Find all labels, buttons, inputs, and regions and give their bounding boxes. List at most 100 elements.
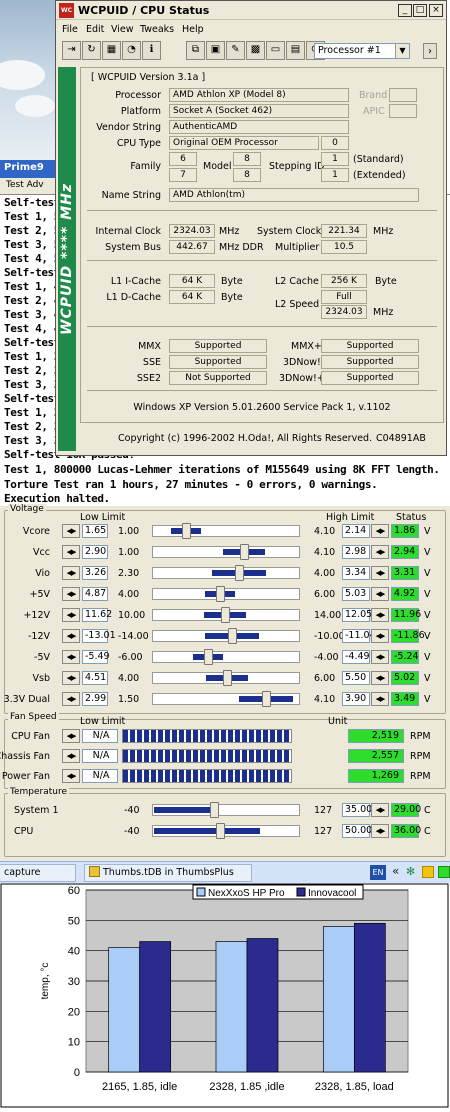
low-limit-input[interactable]: 4.87 xyxy=(82,587,108,601)
tray-monitor-icon[interactable] xyxy=(438,866,450,878)
high-limit-input[interactable]: 50.00 xyxy=(342,824,372,838)
l1i-label: L1 I-Cache xyxy=(110,276,161,287)
spin-icon[interactable]: ◀▶ xyxy=(371,692,389,706)
temp-slider-thumb[interactable] xyxy=(210,802,219,818)
voltage-slider-thumb[interactable] xyxy=(228,628,237,644)
high-limit-input[interactable]: 2.14 xyxy=(342,524,370,538)
minimize-button[interactable]: _ xyxy=(398,4,412,17)
high-limit-input[interactable]: 3.34 xyxy=(342,566,370,580)
wcpuid-window: WC WCPUID / CPU Status _ □ × File Edit V… xyxy=(55,0,447,456)
low-limit-input[interactable]: 4.51 xyxy=(82,671,108,685)
low-limit-input[interactable]: -5.49 xyxy=(82,650,110,664)
byte-unit: Byte xyxy=(221,276,243,287)
high-limit-input[interactable]: 3.90 xyxy=(342,692,370,706)
menu-tweaks[interactable]: Tweaks xyxy=(140,24,174,35)
menu-view[interactable]: View xyxy=(111,24,134,35)
processor-select[interactable]: Processor #1 ▼ xyxy=(314,43,410,59)
spin-icon[interactable]: ◀▶ xyxy=(62,729,80,743)
wcpuid-titlebar[interactable]: WC WCPUID / CPU Status _ □ × xyxy=(56,1,446,20)
voltage-slider-thumb[interactable] xyxy=(235,565,244,581)
save-icon[interactable]: ▣ xyxy=(206,41,225,60)
low-limit-input[interactable]: 2.99 xyxy=(82,692,108,706)
spin-icon[interactable]: ◀▶ xyxy=(62,769,80,783)
language-indicator[interactable]: EN xyxy=(370,865,386,880)
low-limit-input[interactable]: 1.65 xyxy=(82,524,108,538)
voltage-slider-thumb[interactable] xyxy=(204,649,213,665)
low-limit-input[interactable]: -13.01 xyxy=(82,629,116,643)
temp-slider-thumb[interactable] xyxy=(216,823,225,839)
high-limit-input[interactable]: -4.49 xyxy=(342,650,370,664)
status-value: 5.02 xyxy=(391,671,419,685)
spin-icon[interactable]: ◀▶ xyxy=(371,824,389,838)
spin-icon[interactable]: ◀▶ xyxy=(371,587,389,601)
spin-down-icon[interactable]: ◀▶ xyxy=(62,650,80,664)
voltage-slider-thumb[interactable] xyxy=(262,691,271,707)
low-limit-input[interactable]: 3.26 xyxy=(82,566,108,580)
taskbar-item-thumbsplus[interactable]: Thumbs.tDB in ThumbsPlus xyxy=(84,864,252,882)
exit-icon[interactable]: ⇥ xyxy=(62,41,81,60)
temp-name: CPU xyxy=(14,826,34,837)
low-limit-input[interactable]: 11.62 xyxy=(82,608,112,622)
prime-window-title[interactable]: Prime9 xyxy=(0,160,58,178)
fan-low-limit-input[interactable]: N/A xyxy=(82,769,118,783)
monitor-icon[interactable]: ▭ xyxy=(266,41,285,60)
chevron-right-icon[interactable]: › xyxy=(423,43,437,59)
spin-down-icon[interactable]: ◀▶ xyxy=(62,692,80,706)
spin-icon[interactable]: ◀▶ xyxy=(371,566,389,580)
spin-icon[interactable]: ◀▶ xyxy=(371,608,389,622)
spin-icon[interactable]: ◀▶ xyxy=(371,545,389,559)
spin-icon[interactable]: ◀▶ xyxy=(371,803,389,817)
maximize-button[interactable]: □ xyxy=(413,4,427,17)
voltage-slider-thumb[interactable] xyxy=(216,586,225,602)
model-label: Model xyxy=(203,161,232,172)
spin-icon[interactable]: ◀▶ xyxy=(371,671,389,685)
high-limit-input[interactable]: 5.03 xyxy=(342,587,370,601)
spin-down-icon[interactable]: ◀▶ xyxy=(62,608,80,622)
spin-icon[interactable]: ◀▶ xyxy=(62,749,80,763)
voltage-slider-thumb[interactable] xyxy=(182,523,191,539)
refresh-icon[interactable]: ↻ xyxy=(82,41,101,60)
high-limit-input[interactable]: 5.50 xyxy=(342,671,370,685)
voltage-slider-thumb[interactable] xyxy=(223,670,232,686)
high-limit-input[interactable]: -11.04 xyxy=(342,629,376,643)
bar-innovacool-0 xyxy=(139,941,172,1073)
copy-icon[interactable]: ⧉ xyxy=(186,41,205,60)
frequency-icon[interactable]: ◔ xyxy=(122,41,141,60)
spin-down-icon[interactable]: ◀▶ xyxy=(62,629,80,643)
cache-icon[interactable]: ▦ xyxy=(102,41,121,60)
prime-menu[interactable]: Test Adv xyxy=(0,178,58,194)
tray-expand-icon[interactable]: « xyxy=(392,864,399,878)
spin-down-icon[interactable]: ◀▶ xyxy=(62,545,80,559)
taskbar-item-capture[interactable]: capture xyxy=(0,864,76,882)
divider xyxy=(87,210,437,211)
menu-help[interactable]: Help xyxy=(182,24,204,35)
menu-edit[interactable]: Edit xyxy=(86,24,104,35)
high-limit-input[interactable]: 12.05 xyxy=(342,608,372,622)
status-value: 2.94 xyxy=(391,545,419,559)
divider xyxy=(87,390,437,391)
menu-file[interactable]: File xyxy=(62,24,78,35)
prime-title-text: Prime9 xyxy=(4,162,44,173)
chevron-down-icon[interactable]: ▼ xyxy=(395,44,409,58)
spin-icon[interactable]: ◀▶ xyxy=(371,524,389,538)
high-limit-input[interactable]: 2.98 xyxy=(342,545,370,559)
tool-icon[interactable]: ✎ xyxy=(226,41,245,60)
voltage-slider-thumb[interactable] xyxy=(221,607,230,623)
sensor-icon[interactable]: ▤ xyxy=(286,41,305,60)
spin-down-icon[interactable]: ◀▶ xyxy=(62,566,80,580)
tray-app-icon[interactable] xyxy=(422,866,434,878)
spin-icon[interactable]: ◀▶ xyxy=(371,629,389,643)
spin-down-icon[interactable]: ◀▶ xyxy=(62,524,80,538)
low-limit-input[interactable]: 2.90 xyxy=(82,545,108,559)
fan-low-limit-input[interactable]: N/A xyxy=(82,749,118,763)
network-icon[interactable]: ✻ xyxy=(406,866,418,878)
chip-icon[interactable]: ▩ xyxy=(246,41,265,60)
close-button[interactable]: × xyxy=(429,4,443,17)
spin-icon[interactable]: ◀▶ xyxy=(371,650,389,664)
info-icon[interactable]: ℹ xyxy=(142,41,161,60)
fan-low-limit-input[interactable]: N/A xyxy=(82,729,118,743)
spin-down-icon[interactable]: ◀▶ xyxy=(62,671,80,685)
voltage-slider-thumb[interactable] xyxy=(240,544,249,560)
high-limit-input[interactable]: 35.00 xyxy=(342,803,372,817)
spin-down-icon[interactable]: ◀▶ xyxy=(62,587,80,601)
